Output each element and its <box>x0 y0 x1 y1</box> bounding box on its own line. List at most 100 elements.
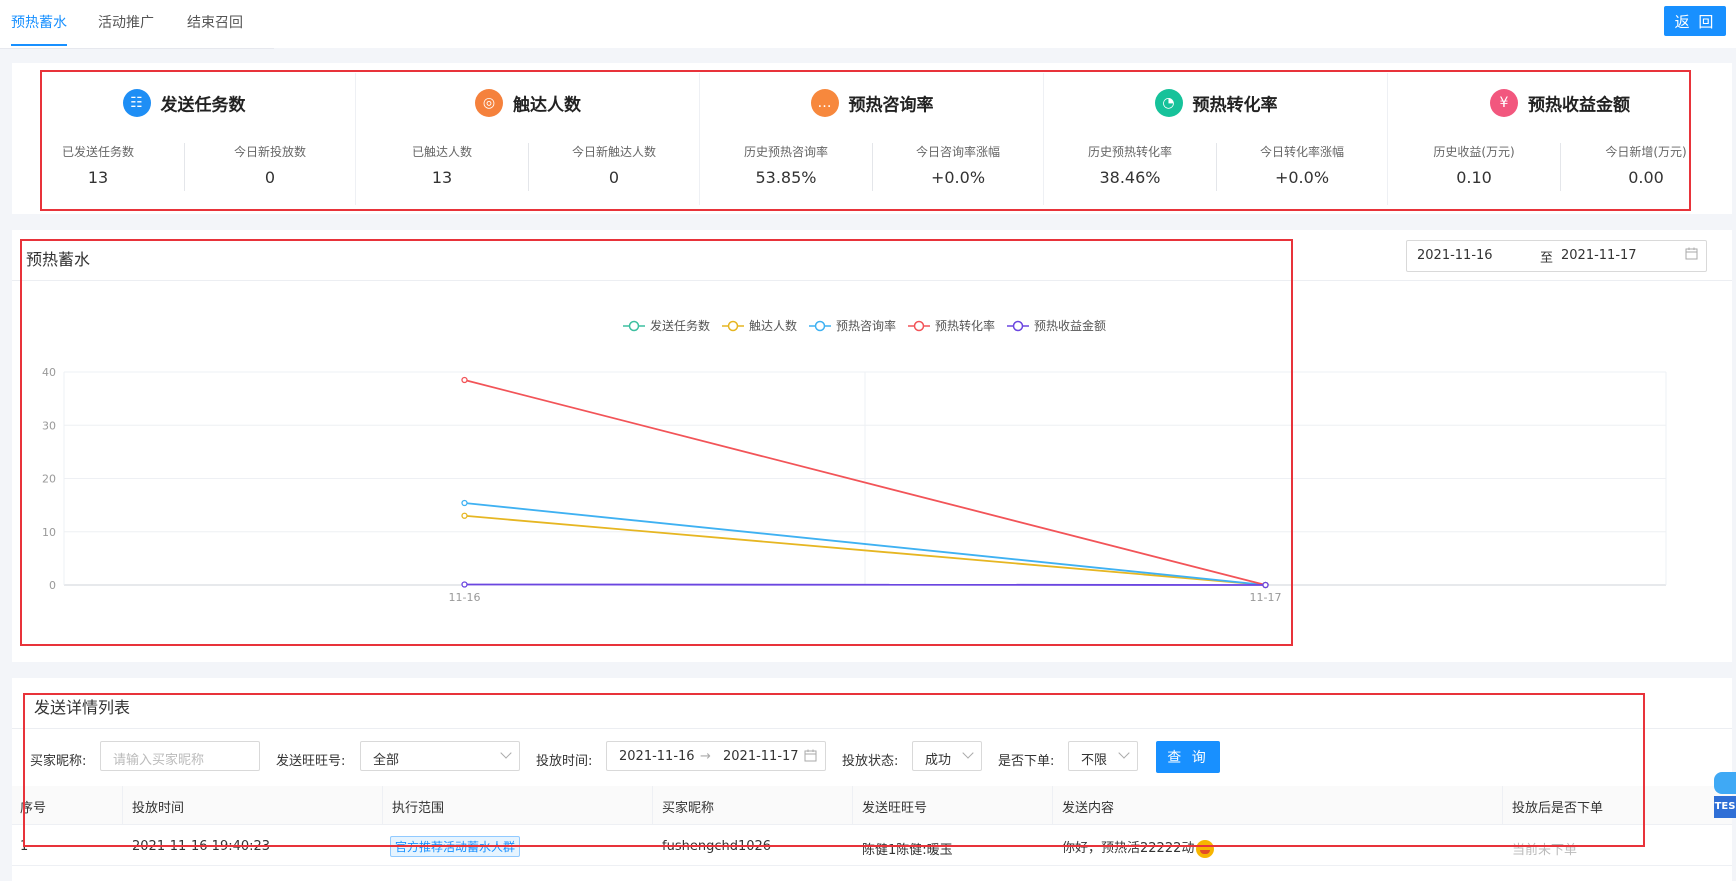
chart-section-title: 预热蓄水 <box>26 250 91 269</box>
calendar-icon[interactable] <box>804 749 817 766</box>
stat-metric-value: 53.85% <box>755 168 817 187</box>
stat-group: ◔ 预热转化率 历史预热转化率 38.46% 今日转化率涨幅 +0.0% <box>1044 63 1388 214</box>
data-point-4 <box>1262 581 1269 589</box>
stat-sub-divider <box>528 143 529 191</box>
stat-metric-value: 13 <box>87 168 109 187</box>
row-wangwang: 陈健1陈健:暖玉 <box>862 843 953 858</box>
legend-marker-1 <box>727 320 739 332</box>
back-button[interactable]: 返 回 <box>1664 6 1726 36</box>
column-header: 发送旺旺号 <box>862 801 928 816</box>
stat-title-text: 预热咨询率 <box>848 95 934 116</box>
stat-group-title: … 预热咨询率 <box>700 89 1044 117</box>
chart-date-range-picker[interactable]: 2021-11-16 至 2021-11-17 <box>1406 240 1707 272</box>
row-content: 你好，预热活22222动 <box>1062 837 1215 858</box>
row-content-text: 你好，预热活22222动 <box>1062 841 1195 856</box>
stat-title-text: 发送任务数 <box>160 95 246 116</box>
legend-label-4: 预热收益金额 <box>1034 318 1106 333</box>
stat-group: ☷ 发送任务数已发送任务数 13 今日新投放数 0 <box>12 63 356 214</box>
wangwang-select[interactable]: 全部 <box>360 741 520 771</box>
stat-metric: 今日新投放数 0 <box>184 143 356 187</box>
stat-metric: 今日新触达人数 0 <box>528 143 700 187</box>
x-tick-label: 11-17 <box>1250 591 1282 604</box>
buyer-nickname-input[interactable]: 请输入买家昵称 <box>100 741 260 771</box>
table-row[interactable]: 1 2021-11-16 19:40:23 官方推荐活动蓄水人群 fusheng… <box>12 825 1732 866</box>
date-range-separator: 至 <box>1540 251 1554 266</box>
stat-title-text: 预热收益金额 <box>1528 95 1630 116</box>
chevron-down-icon <box>962 747 974 759</box>
column-header: 发送内容 <box>1062 801 1115 816</box>
date-range-start[interactable]: 2021-11-16 <box>1417 248 1493 263</box>
row-buyer-nickname: fushengchd1026 <box>662 839 772 854</box>
ordered-select[interactable]: 不限 <box>1068 741 1138 771</box>
target-icon: ◎ <box>475 89 503 117</box>
y-tick-label: 20 <box>42 473 56 486</box>
tab-preheat[interactable]: 预热蓄水 <box>11 12 67 32</box>
row-index: 1 <box>20 839 29 854</box>
chevron-down-icon <box>1118 747 1130 759</box>
column-divider <box>652 786 653 824</box>
send-time-range-picker[interactable]: 2021-11-16 → 2021-11-17 <box>606 741 826 771</box>
line-chart: 0 10 20 30 40 11-16 11-17 发送任务数 触达人数 预热咨询率 预热转化率 预热… <box>42 318 1667 604</box>
stat-metric-value: +0.0% <box>1274 168 1330 187</box>
stat-group-title: ¥ 预热收益金额 <box>1388 89 1732 117</box>
x-tick-label: 11-16 <box>449 591 481 604</box>
legend-marker-0 <box>628 320 640 332</box>
tab-promotion[interactable]: 活动推广 <box>98 12 154 32</box>
send-time-start[interactable]: 2021-11-16 <box>619 749 695 764</box>
query-button[interactable]: 查 询 <box>1156 741 1220 773</box>
legend-label-0: 发送任务数 <box>650 318 710 333</box>
stat-group: ¥ 预热收益金额 历史收益(万元) 0.10 今日新增(万元) 0.00 <box>1388 63 1732 214</box>
stat-group-title: ◎ 触达人数 <box>356 89 700 117</box>
stat-metric-label: 今日新投放数 <box>233 145 306 159</box>
chevron-down-icon <box>500 747 512 759</box>
column-divider <box>1502 786 1503 824</box>
stat-sub-divider <box>184 143 185 191</box>
stat-metric-value: 0 <box>264 168 276 187</box>
column-divider <box>1052 786 1053 824</box>
data-point-2 <box>461 499 468 507</box>
stat-sub-divider <box>1560 143 1561 191</box>
wangwang-select-value: 全部 <box>373 753 400 768</box>
table-header: 序号 投放时间 执行范围 买家昵称 发送旺旺号 发送内容 投放后是否下单 <box>12 786 1732 825</box>
tab-bar: 预热蓄水 活动推广 结束召回 <box>0 0 274 49</box>
top-bar: 预热蓄水 活动推广 结束召回 返 回 <box>0 0 1736 49</box>
data-point-3 <box>461 376 468 384</box>
date-range-end[interactable]: 2021-11-17 <box>1561 248 1637 263</box>
stat-metric: 今日转化率涨幅 +0.0% <box>1216 143 1388 187</box>
stat-metric-value: 0.10 <box>1456 168 1492 187</box>
legend-label-2: 预热咨询率 <box>836 318 896 333</box>
stat-title-text: 预热转化率 <box>1192 95 1278 116</box>
buyer-nickname-label: 买家昵称: <box>30 754 87 769</box>
series-line-4 <box>464 583 1266 586</box>
robot-label: TES <box>1714 796 1736 818</box>
legend-label-1: 触达人数 <box>749 318 797 333</box>
assistant-robot-widget[interactable]: TES <box>1714 772 1736 820</box>
stat-title-text: 触达人数 <box>513 95 581 116</box>
tab-recall[interactable]: 结束召回 <box>187 12 243 32</box>
money-bag-icon: ¥ <box>1490 89 1518 117</box>
column-header: 序号 <box>20 801 47 816</box>
send-status-label: 投放状态: <box>842 754 899 769</box>
legend-marker-4 <box>1012 320 1024 332</box>
stat-metric-label: 今日咨询率涨幅 <box>915 145 1000 159</box>
column-header: 买家昵称 <box>662 801 715 816</box>
stat-metric: 历史预热转化率 38.46% <box>1044 143 1216 187</box>
send-status-select[interactable]: 成功 <box>912 741 982 771</box>
scope-tag: 官方推荐活动蓄水人群 <box>390 836 521 857</box>
column-divider <box>382 786 383 824</box>
stat-metric: 历史收益(万元) 0.10 <box>1388 143 1560 187</box>
stat-group: ◎ 触达人数 已触达人数 13 今日新触达人数 0 <box>356 63 700 214</box>
send-status-value: 成功 <box>925 753 952 768</box>
stat-sub-divider <box>1216 143 1217 191</box>
stat-metric: 今日咨询率涨幅 +0.0% <box>872 143 1044 187</box>
task-list-icon: ☷ <box>122 89 151 117</box>
active-tab-indicator <box>11 44 67 46</box>
calendar-icon[interactable] <box>1685 247 1698 264</box>
column-header: 执行范围 <box>392 801 445 816</box>
stat-metric-label: 今日转化率涨幅 <box>1259 145 1344 159</box>
stat-metric-value: +0.0% <box>930 168 986 187</box>
stat-metric-value: 0.00 <box>1628 168 1664 187</box>
stat-metric: 已发送任务数 13 <box>12 143 184 187</box>
send-time-end[interactable]: 2021-11-17 <box>723 749 799 764</box>
stat-metric: 历史预热咨询率 53.85% <box>700 143 872 187</box>
